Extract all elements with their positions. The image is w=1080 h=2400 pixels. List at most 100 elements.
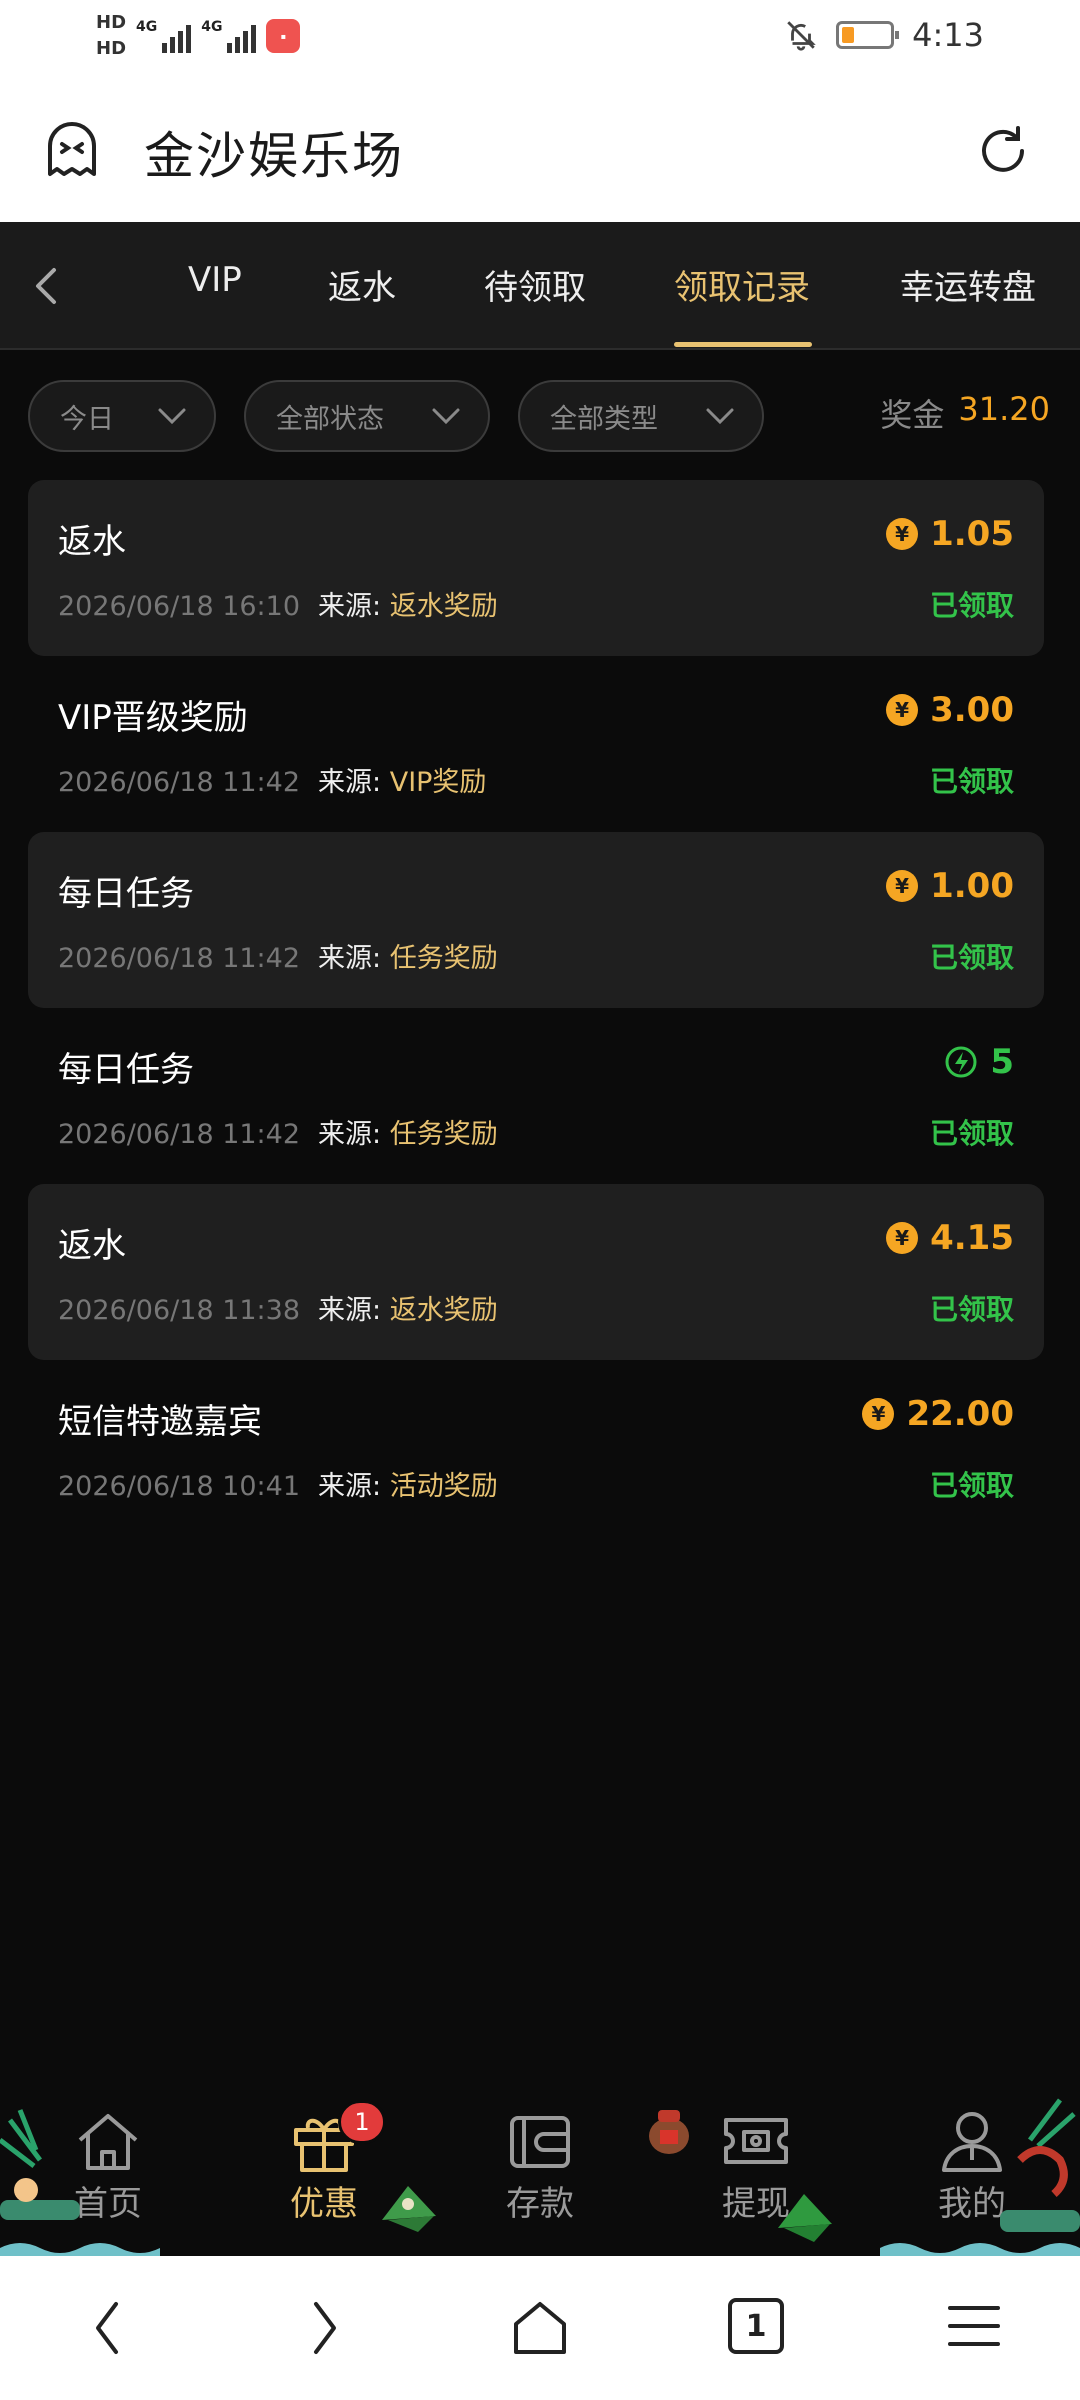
- browser-home-icon[interactable]: [510, 2298, 570, 2358]
- tabs-count-button[interactable]: 1: [728, 2298, 784, 2354]
- bell-muted-icon: [787, 21, 816, 51]
- clock: 4:13: [912, 16, 984, 54]
- record-row[interactable]: 返水 2026/06/18 16:10 来源: 返水奖励 ¥ 1.05 已领取: [28, 480, 1044, 656]
- bottom-nav: 首页 优惠 1 存款 提现 我的: [0, 2080, 1080, 2254]
- record-status: 已领取: [929, 765, 1014, 798]
- record-source: 返水奖励: [389, 591, 498, 622]
- record-amount: 5: [944, 1042, 1014, 1082]
- record-status: 已领取: [929, 941, 1014, 974]
- zongzi-decoration-icon: [382, 2186, 436, 2232]
- browser-forward-icon[interactable]: [304, 2298, 344, 2358]
- tab-vip[interactable]: VIP: [188, 260, 242, 300]
- chevron-down-icon: [158, 408, 186, 425]
- signal-icon: 4G: [201, 19, 257, 53]
- record-source-label: 来源:: [318, 1295, 382, 1326]
- nav-deposit[interactable]: 存款: [480, 2108, 600, 2225]
- record-row[interactable]: 短信特邀嘉宾 2026/06/18 10:41 来源: 活动奖励 ¥ 22.00 …: [28, 1360, 1044, 1536]
- record-source-label: 来源:: [318, 767, 382, 798]
- record-amount: ¥ 1.05: [886, 514, 1014, 554]
- record-meta: 2026/06/18 10:41 来源: 活动奖励: [58, 1464, 498, 1503]
- record-title: 返水: [58, 522, 126, 562]
- notification-badge: 1: [338, 2100, 386, 2144]
- hd-indicator: HD HD: [96, 12, 127, 59]
- tab-claim-history[interactable]: 领取记录: [674, 260, 810, 309]
- type-filter[interactable]: 全部类型: [518, 380, 764, 452]
- record-meta: 2026/06/18 11:38 来源: 返水奖励: [58, 1288, 498, 1327]
- tab-pending[interactable]: 待领取: [484, 260, 586, 309]
- record-title: 每日任务: [58, 1050, 194, 1090]
- yuan-coin-icon: ¥: [886, 518, 919, 550]
- record-meta: 2026/06/18 11:42 来源: VIP奖励: [58, 760, 486, 799]
- yuan-coin-icon: ¥: [886, 870, 919, 902]
- yuan-coin-icon: ¥: [862, 1398, 895, 1430]
- nav-promotions[interactable]: 优惠 1: [264, 2100, 386, 2225]
- record-time: 2026/06/18 16:10: [58, 591, 301, 622]
- yuan-coin-icon: ¥: [886, 1222, 919, 1254]
- record-title: 每日任务: [58, 874, 194, 914]
- tab-active-indicator: [674, 342, 812, 347]
- date-filter[interactable]: 今日: [28, 380, 216, 452]
- record-status: 已领取: [929, 1293, 1014, 1326]
- status-right: 4:13: [784, 16, 984, 54]
- menu-icon[interactable]: [946, 2298, 1002, 2354]
- record-row[interactable]: 每日任务 2026/06/18 11:42 来源: 任务奖励 5 已领取: [28, 1008, 1044, 1184]
- tab-lucky-wheel[interactable]: 幸运转盘: [900, 260, 1036, 309]
- record-status: 已领取: [929, 1117, 1014, 1150]
- record-meta: 2026/06/18 11:42 来源: 任务奖励: [58, 1112, 498, 1151]
- dragon-boat-decoration-icon: [1000, 2098, 1080, 2232]
- record-source: 活动奖励: [389, 1471, 498, 1502]
- lightning-icon: [945, 1046, 977, 1078]
- browser-title-bar: 金沙娱乐场: [0, 78, 1080, 222]
- status-filter[interactable]: 全部状态: [244, 380, 490, 452]
- home-icon: [78, 2114, 138, 2170]
- record-time: 2026/06/18 10:41: [58, 1471, 301, 1502]
- record-time: 2026/06/18 11:42: [58, 943, 301, 974]
- record-source-label: 来源:: [318, 1471, 382, 1502]
- ticket-icon: [724, 2118, 788, 2164]
- record-title: 返水: [58, 1226, 126, 1266]
- tab-rebate[interactable]: 返水: [328, 260, 396, 309]
- record-row[interactable]: 每日任务 2026/06/18 11:42 来源: 任务奖励 ¥ 1.00 已领取: [28, 832, 1044, 1008]
- wallet-icon: [510, 2116, 570, 2168]
- record-source: VIP奖励: [389, 767, 487, 798]
- app-notification-icon: ▪: [266, 19, 301, 53]
- chevron-down-icon: [432, 408, 460, 425]
- status-left: HD HD 4G 4G ▪: [96, 10, 301, 62]
- record-status: 已领取: [929, 589, 1014, 622]
- wave-decoration: [0, 2243, 1080, 2256]
- record-source: 返水奖励: [389, 1295, 498, 1326]
- back-arrow-icon[interactable]: [28, 262, 64, 310]
- signal-icon: 4G: [136, 19, 192, 53]
- record-source: 任务奖励: [389, 943, 498, 974]
- bonus-total: 奖金 31.20: [880, 390, 1050, 436]
- record-title: 短信特邀嘉宾: [58, 1402, 262, 1442]
- record-meta: 2026/06/18 11:42 来源: 任务奖励: [58, 936, 498, 975]
- system-nav-bar: 1: [0, 2256, 1080, 2400]
- record-amount: ¥ 4.15: [886, 1218, 1014, 1258]
- status-bar: HD HD 4G 4G ▪ 4:13: [0, 0, 1080, 78]
- record-amount: ¥ 22.00: [862, 1394, 1014, 1434]
- record-time: 2026/06/18 11:38: [58, 1295, 301, 1326]
- tab-bar: VIP 返水 待领取 领取记录 幸运转盘: [0, 222, 1080, 350]
- yuan-coin-icon: ¥: [886, 694, 919, 726]
- ghost-icon[interactable]: [42, 120, 102, 180]
- record-amount: ¥ 1.00: [886, 866, 1014, 906]
- page-title: 金沙娱乐场: [144, 127, 404, 185]
- chevron-down-icon: [706, 408, 734, 425]
- record-time: 2026/06/18 11:42: [58, 767, 301, 798]
- record-status: 已领取: [929, 1469, 1014, 1502]
- record-source-label: 来源:: [318, 1119, 382, 1150]
- refresh-icon[interactable]: [974, 122, 1032, 180]
- bonus-label: 奖金: [880, 396, 945, 434]
- record-source: 任务奖励: [389, 1119, 498, 1150]
- record-source-label: 来源:: [318, 591, 382, 622]
- bonus-value: 31.20: [958, 390, 1050, 428]
- record-row[interactable]: 返水 2026/06/18 11:38 来源: 返水奖励 ¥ 4.15 已领取: [28, 1184, 1044, 1360]
- record-source-label: 来源:: [318, 943, 382, 974]
- browser-back-icon[interactable]: [88, 2298, 128, 2358]
- record-title: VIP晋级奖励: [58, 698, 248, 738]
- record-row[interactable]: VIP晋级奖励 2026/06/18 11:42 来源: VIP奖励 ¥ 3.00…: [28, 656, 1044, 832]
- nav-home[interactable]: 首页: [48, 2108, 168, 2225]
- record-amount: ¥ 3.00: [886, 690, 1014, 730]
- record-meta: 2026/06/18 16:10 来源: 返水奖励: [58, 584, 498, 623]
